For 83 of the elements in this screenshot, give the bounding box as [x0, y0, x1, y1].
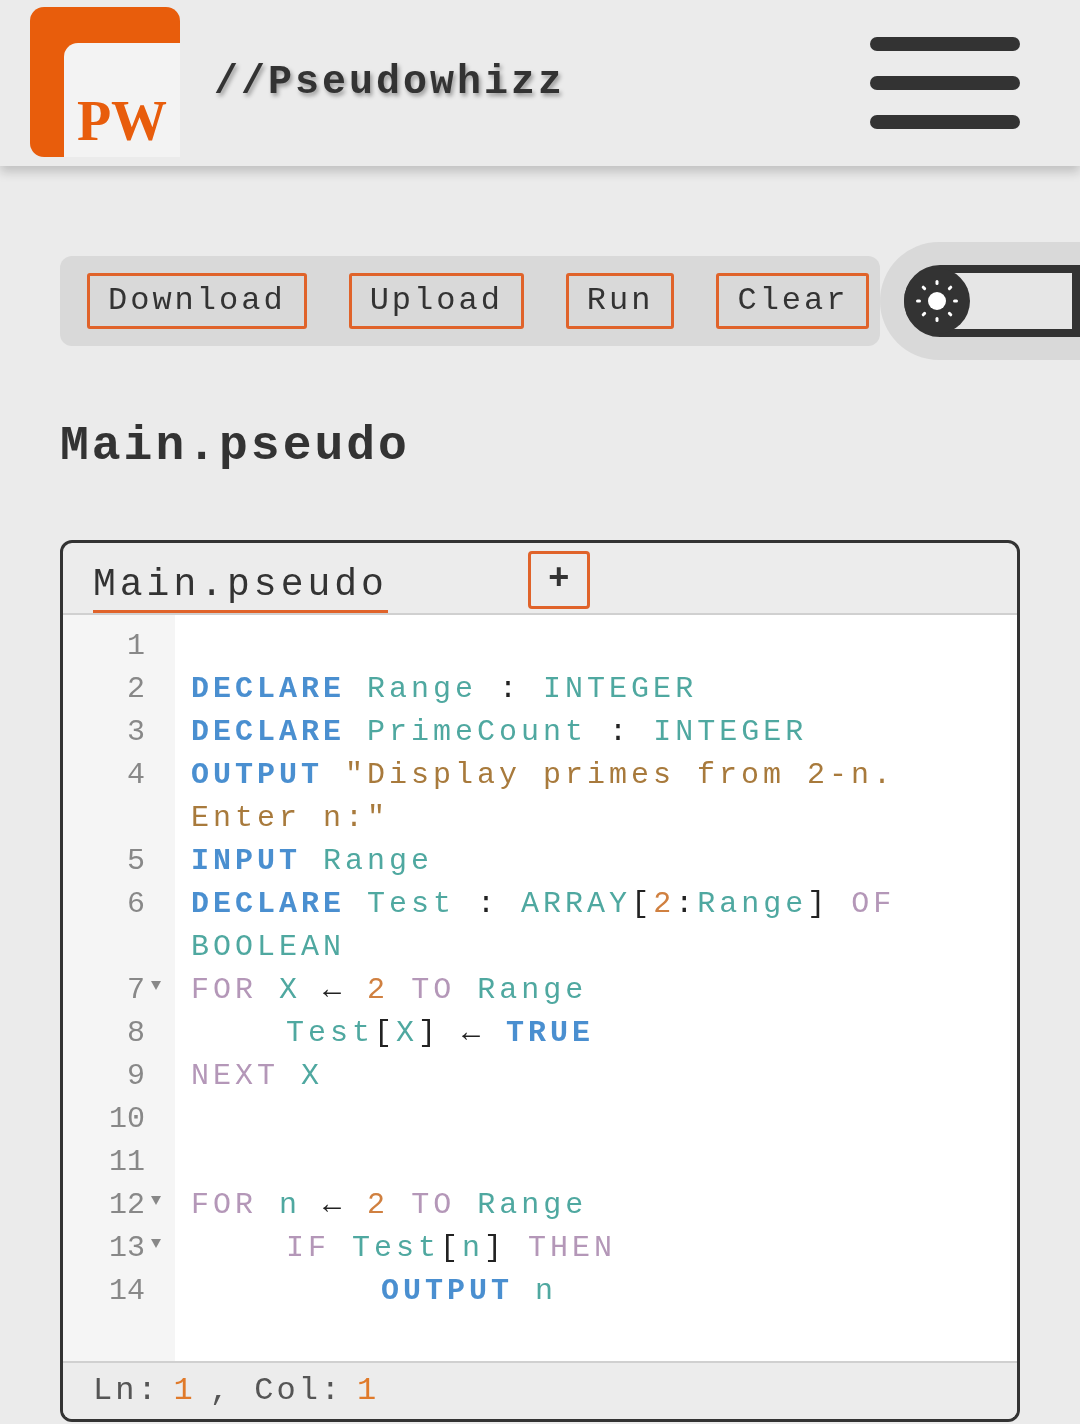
code-token: DECLARE: [191, 715, 346, 749]
toolbar-button[interactable]: Download: [87, 273, 307, 329]
line-number: 1: [127, 628, 145, 665]
code-token: ←: [462, 1016, 485, 1050]
code-token: DECLARE: [191, 672, 346, 706]
status-label: , Col:: [209, 1371, 344, 1411]
code-token: X: [301, 1059, 324, 1093]
line-number: 13: [109, 1230, 145, 1267]
code-token: PrimeCount: [367, 715, 588, 749]
code-token: X: [396, 1016, 419, 1050]
code-token: TO: [411, 1188, 456, 1222]
code-token: Test: [367, 887, 456, 921]
toolbar-button[interactable]: Clear: [716, 273, 870, 329]
code-token: ]: [418, 1016, 441, 1050]
line-number: 4: [127, 757, 145, 794]
code-token: OUTPUT: [381, 1274, 514, 1308]
code-token: INPUT: [191, 844, 301, 878]
logo-text: PW: [76, 93, 168, 149]
line-number: 3: [127, 714, 145, 751]
code-token: n: [279, 1188, 302, 1222]
fold-caret-icon[interactable]: [151, 1196, 161, 1205]
code-token: INTEGER: [543, 672, 698, 706]
code-token: ]: [807, 887, 830, 921]
code-token: 2: [653, 887, 676, 921]
status-label: Ln:: [93, 1371, 160, 1411]
code-token: FOR: [191, 973, 257, 1007]
code-token: 2: [367, 973, 390, 1007]
code-token: ]: [484, 1231, 507, 1265]
code-token: [: [440, 1231, 463, 1265]
code-token: Test: [352, 1231, 441, 1265]
code-token: TO: [411, 973, 456, 1007]
code-token: Test: [286, 1016, 374, 1050]
toolbar-button[interactable]: Upload: [348, 273, 524, 329]
code-token: Range: [367, 672, 478, 706]
code-token: :: [609, 715, 632, 749]
fold-caret-icon[interactable]: [151, 1239, 161, 1248]
code-token: Enter n:": [191, 801, 390, 835]
status-value: 1: [357, 1371, 380, 1411]
code-token: INTEGER: [653, 715, 808, 749]
code-token: :: [675, 887, 698, 921]
line-number: 5: [127, 843, 145, 880]
code-token: DECLARE: [191, 887, 346, 921]
line-number: 6: [127, 886, 145, 923]
code-token: ←: [323, 1188, 346, 1222]
code-token: :: [477, 887, 500, 921]
code-token: TRUE: [506, 1016, 595, 1050]
code-token: Range: [697, 887, 808, 921]
status-value: 1: [173, 1371, 196, 1411]
fold-caret-icon[interactable]: [151, 981, 161, 990]
file-title: Main.pseudo: [60, 422, 411, 470]
line-number: 2: [127, 671, 145, 708]
code-token: Range: [323, 844, 434, 878]
code-token: 2: [367, 1188, 390, 1222]
code-token: THEN: [528, 1231, 617, 1265]
code-token: n: [462, 1231, 485, 1265]
code-token: BOOLEAN: [191, 930, 346, 964]
code-token: "Display primes from 2-n.: [345, 758, 896, 792]
code-token: n: [535, 1274, 558, 1308]
code-token: Range: [477, 1188, 588, 1222]
code-token: ←: [323, 973, 346, 1007]
code-token: X: [279, 973, 302, 1007]
add-tab-button[interactable]: +: [527, 551, 590, 609]
line-number: 10: [109, 1101, 145, 1138]
code-token: [: [631, 887, 654, 921]
line-number: 12: [109, 1187, 145, 1224]
code-token: IF: [286, 1231, 330, 1265]
line-number: 14: [109, 1273, 145, 1310]
line-number: 9: [127, 1058, 145, 1095]
line-number: 8: [127, 1015, 145, 1052]
code-token: OF: [851, 887, 896, 921]
app-title: //Pseudowhizz: [214, 59, 566, 107]
code-token: NEXT: [191, 1059, 279, 1093]
code-token: [: [374, 1016, 397, 1050]
code-token: OUTPUT: [191, 758, 324, 792]
menu-icon[interactable]: [870, 37, 1020, 129]
code-token: :: [499, 672, 522, 706]
code-token: FOR: [191, 1188, 257, 1222]
code-token: Range: [477, 973, 588, 1007]
line-number: 11: [109, 1144, 145, 1181]
theme-toggle[interactable]: [904, 265, 1080, 337]
code-token: ARRAY: [521, 887, 632, 921]
line-number: 7: [127, 972, 145, 1009]
toolbar-button[interactable]: Run: [565, 273, 675, 329]
